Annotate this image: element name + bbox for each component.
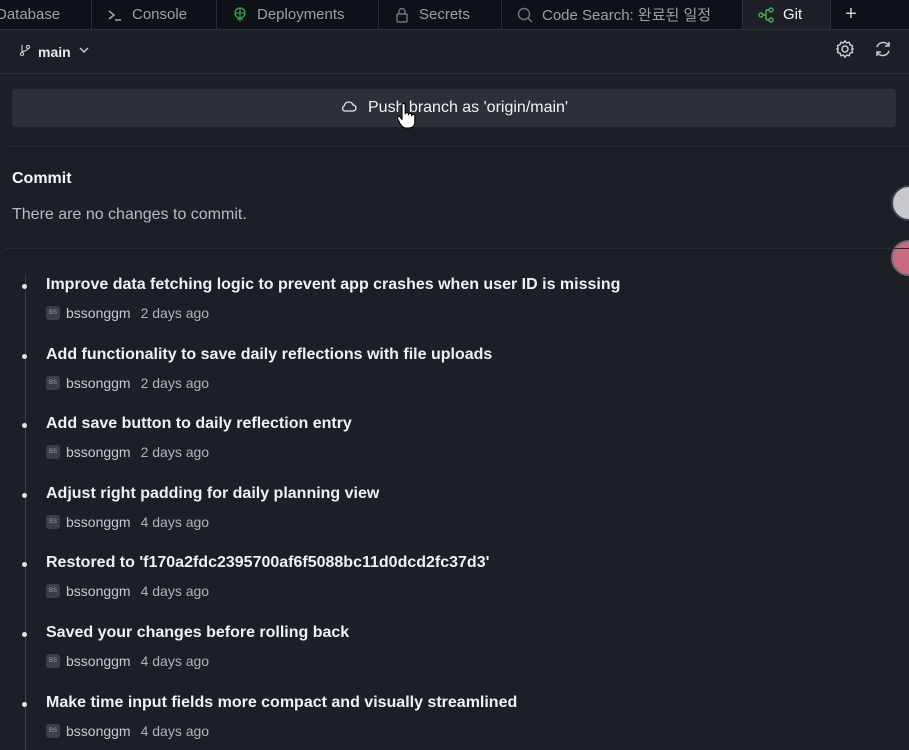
tab-label: Secrets — [419, 6, 470, 23]
history-item[interactable]: Add functionality to save daily reflecti… — [0, 342, 909, 402]
commit-message: Adjust right padding for daily planning … — [46, 485, 380, 502]
side-avatar-2[interactable] — [891, 240, 909, 276]
commit-dot — [22, 562, 27, 567]
tab-label: Database — [0, 6, 61, 23]
history-item[interactable]: Adjust right padding for daily planning … — [0, 481, 909, 541]
side-avatar-1[interactable] — [891, 185, 909, 221]
lock-icon — [393, 6, 411, 24]
commit-message: Saved your changes before rolling back — [46, 624, 350, 641]
commit-author: bssonggm — [66, 514, 131, 530]
avatar: BS — [46, 445, 60, 459]
commit-time: 4 days ago — [140, 514, 210, 530]
commit-dot — [22, 702, 27, 707]
commit-message: Add functionality to save daily reflecti… — [46, 346, 493, 363]
avatar: BS — [46, 654, 60, 668]
commit-meta: BS bssonggm 2 days ago — [46, 305, 209, 321]
commit-author: bssonggm — [66, 583, 131, 599]
tab-secrets[interactable]: Secrets — [379, 0, 502, 29]
commit-author: bssonggm — [66, 444, 131, 460]
commit-author: bssonggm — [66, 723, 131, 739]
history-item[interactable]: Saved your changes before rolling back B… — [0, 620, 909, 680]
gear-icon — [835, 39, 855, 64]
history-item[interactable]: Add save button to daily reflection entr… — [0, 411, 909, 471]
refresh-button[interactable] — [869, 38, 897, 66]
push-branch-button[interactable]: Push branch as 'origin/main' — [12, 89, 896, 127]
add-tab-button[interactable]: + — [831, 0, 871, 29]
commit-time: 4 days ago — [140, 583, 210, 599]
commit-meta: BS bssonggm 4 days ago — [46, 653, 209, 669]
commit-time: 2 days ago — [140, 444, 210, 460]
commit-meta: BS bssonggm 4 days ago — [46, 514, 209, 530]
tab-code-search[interactable]: Code Search: 완료된 일정 — [502, 0, 743, 29]
tab-label: Console — [132, 6, 188, 23]
tab-label: Code Search: 완료된 일정 — [542, 7, 712, 24]
deployments-icon — [231, 6, 249, 24]
tab-deployments[interactable]: Deployments — [217, 0, 379, 29]
tab-git[interactable]: Git — [743, 0, 831, 29]
tab-label: Deployments — [257, 6, 345, 23]
add-tab-icon: + — [845, 3, 857, 25]
commit-author: bssonggm — [66, 305, 131, 321]
commit-dot — [22, 632, 27, 637]
divider — [4, 146, 909, 147]
search-icon — [516, 6, 534, 24]
history-item[interactable]: Improve data fetching logic to prevent a… — [0, 272, 909, 332]
commit-message: Improve data fetching logic to prevent a… — [46, 276, 621, 293]
commit-dot — [22, 493, 27, 498]
commit-dot — [22, 354, 27, 359]
commit-meta: BS bssonggm 4 days ago — [46, 583, 209, 599]
history-item[interactable]: Restored to 'f170a2fdc2395700af6f5088bc1… — [0, 550, 909, 610]
branch-name: main — [38, 43, 71, 60]
branch-icon — [18, 43, 32, 60]
tab-bar: Database Console Deployments Secrets Cod… — [0, 0, 909, 30]
git-icon — [757, 6, 775, 24]
commit-meta: BS bssonggm 2 days ago — [46, 444, 209, 460]
commit-dot — [22, 284, 27, 289]
branch-bar: main — [0, 30, 909, 74]
divider — [4, 248, 909, 249]
commit-section-title: Commit — [12, 170, 72, 187]
avatar: BS — [46, 584, 60, 598]
commit-dot — [22, 423, 27, 428]
avatar: BS — [46, 306, 60, 320]
commit-message: Add save button to daily reflection entr… — [46, 415, 352, 432]
commit-meta: BS bssonggm 2 days ago — [46, 375, 209, 391]
commit-author: bssonggm — [66, 375, 131, 391]
commit-message: Make time input fields more compact and … — [46, 694, 518, 711]
refresh-icon — [873, 39, 893, 64]
commit-message: Restored to 'f170a2fdc2395700af6f5088bc1… — [46, 554, 490, 571]
commit-meta: BS bssonggm 4 days ago — [46, 723, 209, 739]
commit-time: 2 days ago — [140, 375, 210, 391]
tab-label: Git — [783, 6, 803, 23]
avatar: BS — [46, 376, 60, 390]
tab-database[interactable]: Database — [0, 0, 92, 29]
console-icon — [106, 6, 124, 24]
cloud-icon — [340, 97, 358, 120]
avatar: BS — [46, 724, 60, 738]
commit-time: 4 days ago — [140, 653, 210, 669]
commit-time: 4 days ago — [140, 723, 210, 739]
tab-console[interactable]: Console — [92, 0, 217, 29]
commit-time: 2 days ago — [140, 305, 210, 321]
commit-empty-message: There are no changes to commit. — [12, 206, 247, 223]
hand-cursor-icon — [396, 102, 416, 129]
branch-selector[interactable]: main — [18, 43, 91, 60]
chevron-down-icon — [77, 43, 91, 60]
settings-button[interactable] — [831, 38, 859, 66]
commit-author: bssonggm — [66, 653, 131, 669]
avatar: BS — [46, 515, 60, 529]
history-item[interactable]: Make time input fields more compact and … — [0, 690, 909, 750]
